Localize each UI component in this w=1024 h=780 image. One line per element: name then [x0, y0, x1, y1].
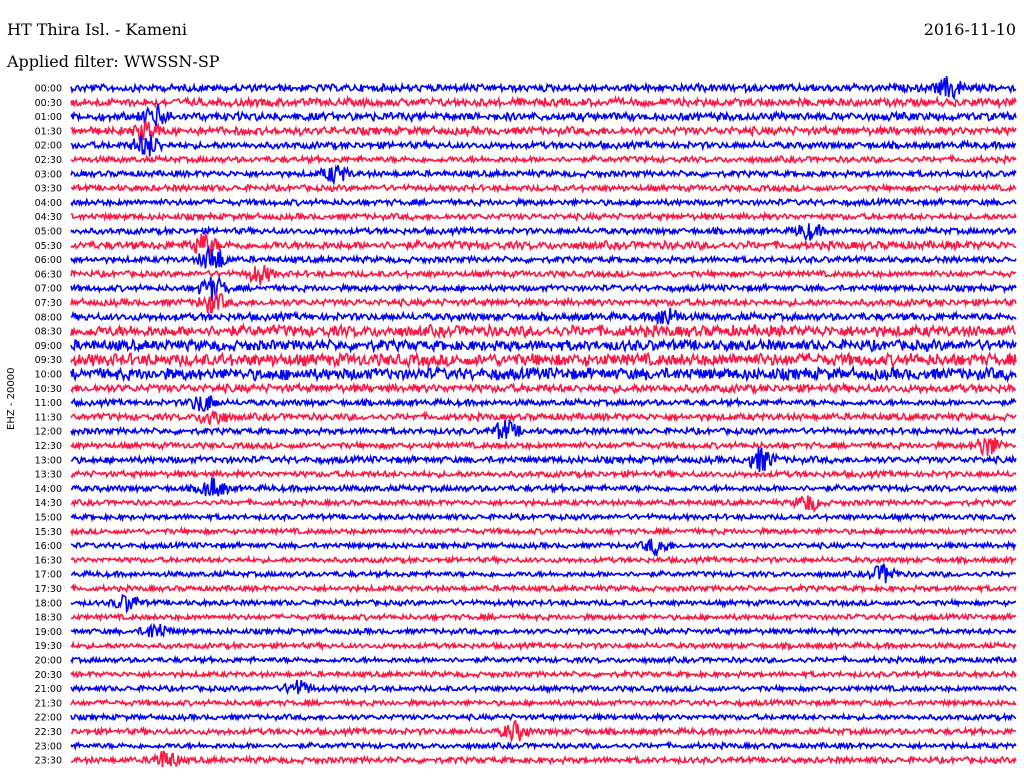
time-label-group: 00:00 00:30 01:00 01:30 02:00 02:30 03:00 03:30… — [35, 84, 62, 767]
trace-1500 — [70, 511, 1017, 523]
time-label: 13:00 — [35, 455, 62, 466]
time-label: 17:30 — [35, 584, 62, 595]
time-label: 22:30 — [35, 727, 62, 738]
time-label: 02:30 — [35, 155, 62, 166]
time-label: 18:30 — [35, 613, 62, 624]
time-label: 17:00 — [35, 570, 62, 581]
time-label: 09:30 — [35, 355, 62, 366]
time-label: 18:00 — [35, 598, 62, 609]
time-label: 12:00 — [35, 427, 62, 438]
time-label: 11:30 — [35, 412, 62, 423]
trace-0930 — [70, 351, 1017, 370]
trace-0830 — [70, 321, 1017, 340]
time-label: 04:00 — [35, 198, 62, 209]
trace-1300 — [70, 447, 1017, 473]
trace-1630 — [70, 554, 1017, 566]
trace-0700 — [70, 274, 1017, 302]
time-label: 08:00 — [35, 312, 62, 323]
time-label: 07:30 — [35, 298, 62, 309]
trace-2030 — [70, 668, 1017, 681]
time-label: 16:30 — [35, 555, 62, 566]
time-label: 06:30 — [35, 269, 62, 280]
trace-1430 — [70, 495, 1016, 514]
time-label: 20:00 — [35, 656, 62, 667]
seismogram-plot: 00:00 00:30 01:00 01:30 02:00 02:30 03:00 03:30… — [35, 75, 1017, 768]
time-label: 19:30 — [35, 641, 62, 652]
time-label: 23:30 — [35, 756, 62, 767]
trace-1200 — [70, 418, 1017, 440]
time-label: 01:00 — [35, 112, 62, 123]
trace-1600 — [70, 538, 1017, 557]
time-label: 10:30 — [35, 384, 62, 395]
time-label: 23:00 — [35, 741, 62, 752]
trace-1030 — [70, 381, 1017, 396]
time-label: 07:00 — [35, 284, 62, 295]
trace-1930 — [70, 640, 1017, 652]
time-label: 09:00 — [35, 341, 62, 352]
time-label: 15:30 — [35, 527, 62, 538]
trace-0300 — [70, 164, 1017, 186]
trace-0130 — [70, 120, 1017, 141]
trace-group — [70, 75, 1017, 768]
time-label: 12:30 — [35, 441, 62, 452]
time-label: 19:00 — [35, 627, 62, 638]
trace-0900 — [70, 337, 1017, 354]
time-label: 03:30 — [35, 184, 62, 195]
trace-1530 — [70, 525, 1017, 537]
time-label: 13:30 — [35, 470, 62, 481]
trace-2130 — [70, 697, 1017, 709]
trace-1800 — [70, 593, 1016, 615]
trace-0400 — [70, 196, 1017, 209]
trace-0030 — [70, 94, 1017, 110]
trace-1330 — [70, 468, 1017, 481]
trace-2000 — [70, 654, 1017, 666]
trace-0100 — [70, 104, 1017, 127]
time-label: 03:00 — [35, 169, 62, 180]
trace-1100 — [70, 395, 1017, 413]
trace-0430 — [70, 210, 1017, 223]
trace-2200 — [70, 711, 1017, 723]
time-label: 20:30 — [35, 670, 62, 681]
time-label: 00:00 — [35, 84, 62, 95]
time-label: 05:30 — [35, 241, 62, 252]
time-label: 08:30 — [35, 327, 62, 338]
trace-1000 — [70, 364, 1017, 384]
time-label: 14:30 — [35, 498, 62, 509]
time-label: 22:00 — [35, 713, 62, 724]
trace-0600 — [70, 244, 1017, 269]
trace-1230 — [70, 437, 1017, 457]
time-label: 06:00 — [35, 255, 62, 266]
trace-0500 — [70, 223, 1017, 242]
time-label: 21:30 — [35, 698, 62, 709]
trace-1400 — [70, 477, 1017, 497]
trace-1900 — [70, 622, 1017, 639]
time-label: 02:00 — [35, 141, 62, 152]
time-label: 14:00 — [35, 484, 62, 495]
trace-2330 — [70, 750, 1017, 768]
trace-0000 — [70, 75, 1017, 101]
trace-1830 — [70, 611, 1017, 623]
time-label: 05:00 — [35, 227, 62, 238]
trace-1130 — [70, 410, 1017, 426]
time-label: 11:00 — [35, 398, 62, 409]
trace-0330 — [70, 182, 1017, 194]
trace-0230 — [70, 153, 1017, 166]
time-label: 04:30 — [35, 212, 62, 223]
trace-1700 — [70, 563, 1017, 584]
trace-1730 — [70, 582, 1017, 595]
time-label: 15:00 — [35, 513, 62, 524]
trace-2300 — [70, 740, 1017, 752]
time-label: 16:00 — [35, 541, 62, 552]
time-label: 00:30 — [35, 98, 62, 109]
time-label: 01:30 — [35, 126, 62, 137]
trace-0200 — [70, 134, 1017, 157]
time-label: 10:00 — [35, 370, 62, 381]
time-label: 21:00 — [35, 684, 62, 695]
trace-2100 — [70, 679, 1017, 696]
trace-2230 — [70, 719, 1017, 744]
